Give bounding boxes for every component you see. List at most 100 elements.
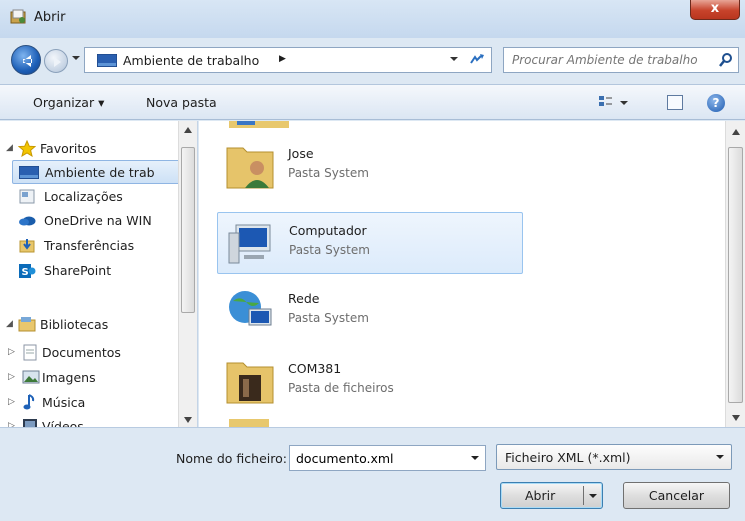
file-list: Jose Pasta System Computador Pasta Syste…: [199, 121, 745, 427]
refresh-icon[interactable]: [467, 51, 487, 69]
list-item[interactable]: COM381 Pasta de ficheiros: [217, 351, 523, 413]
network-icon: [229, 291, 272, 326]
file-name: Rede: [288, 291, 320, 306]
nav-item-downloads[interactable]: Transferências: [12, 234, 180, 258]
file-type: Pasta de ficheiros: [288, 381, 394, 395]
downloads-folder-icon: [19, 239, 35, 253]
svg-text:S: S: [22, 267, 29, 278]
change-view-icon[interactable]: [598, 94, 630, 112]
nav-item-music[interactable]: ▷ Música: [8, 391, 178, 415]
nav-item-label: SharePoint: [44, 263, 112, 278]
navigation-pane: ◢ Favoritos Ambiente de trab Localizaçõe…: [0, 121, 198, 427]
filename-dropdown-icon[interactable]: [470, 453, 480, 463]
recent-pages-dropdown-icon[interactable]: [71, 53, 81, 63]
list-item[interactable]: Computador Pasta System: [217, 212, 523, 274]
libraries-label: Bibliotecas: [40, 317, 109, 332]
title-bar: Abrir x: [0, 0, 745, 38]
nav-item-label: Transferências: [44, 238, 135, 253]
cancel-button[interactable]: Cancelar: [623, 482, 730, 509]
filename-input[interactable]: [289, 445, 486, 471]
window-title: Abrir: [34, 10, 66, 25]
address-dropdown-icon[interactable]: [449, 54, 459, 64]
address-bar[interactable]: Ambiente de trabalho ▶: [84, 47, 492, 73]
music-icon: [23, 394, 35, 410]
nav-item-label: Imagens: [42, 370, 96, 385]
chevron-down-icon: [716, 455, 724, 459]
nav-scrollbar[interactable]: [178, 121, 197, 427]
nav-scroll-thumb[interactable]: [181, 147, 195, 313]
open-button-label: Abrir: [525, 488, 556, 503]
nav-item-pictures[interactable]: ▷ Imagens: [8, 366, 178, 390]
scroll-down-icon[interactable]: [732, 415, 740, 421]
open-button[interactable]: Abrir: [500, 482, 603, 509]
sharepoint-icon: S: [19, 264, 36, 278]
collapse-arrow-icon[interactable]: ▷: [8, 347, 15, 357]
address-path[interactable]: Ambiente de trabalho: [123, 53, 259, 68]
partial-folder-icon: [229, 419, 269, 427]
nav-item-label: Vídeos: [42, 419, 84, 427]
dialog-footer: Nome do ficheiro: Ficheiro XML (*.xml) A…: [0, 427, 745, 521]
file-name: Computador: [289, 223, 367, 238]
pictures-icon: [22, 370, 40, 384]
file-type: Pasta System: [289, 243, 370, 257]
favorites-label: Favoritos: [40, 141, 97, 156]
forward-button[interactable]: [44, 49, 68, 73]
collapse-arrow-icon[interactable]: ▷: [8, 372, 15, 382]
help-icon[interactable]: ?: [707, 94, 725, 112]
folder-icon: [226, 362, 274, 404]
back-arrow-icon: [23, 55, 32, 67]
forward-arrow-icon: [54, 57, 61, 67]
nav-item-label: Localizações: [44, 189, 123, 204]
desktop-icon: [97, 54, 117, 67]
list-item[interactable]: Rede Pasta System: [217, 281, 523, 343]
expand-arrow-icon[interactable]: ◢: [6, 319, 13, 329]
file-list-scrollbar[interactable]: [725, 121, 745, 427]
nav-item-sharepoint[interactable]: S SharePoint: [12, 259, 180, 283]
split-divider: [583, 486, 584, 505]
address-separator-arrow[interactable]: ▶: [279, 54, 286, 64]
nav-item-recent-places[interactable]: Localizações: [12, 185, 180, 209]
desktop-icon: [19, 166, 39, 179]
search-box[interactable]: [503, 47, 739, 73]
computer-icon: [228, 224, 271, 264]
preview-pane-icon[interactable]: [667, 95, 683, 110]
open-file-dialog: Abrir x Ambiente de trabalho ▶ Procurar …: [0, 0, 745, 521]
partial-folder-icon: [229, 121, 289, 128]
command-bar: Organizar ▾ Nova pasta ?: [0, 84, 745, 120]
nav-item-onedrive[interactable]: OneDrive na WIN: [12, 209, 180, 233]
user-folder-icon: [226, 147, 274, 189]
nav-item-videos[interactable]: ▷ Vídeos: [8, 415, 178, 427]
open-options-dropdown-icon[interactable]: [588, 491, 598, 501]
nav-item-label: Documentos: [42, 345, 121, 360]
recent-places-icon: [19, 189, 35, 204]
back-button[interactable]: [11, 45, 41, 75]
search-input[interactable]: [510, 52, 710, 68]
file-type: Pasta System: [288, 311, 369, 325]
nav-item-label: Ambiente de trab: [45, 165, 155, 180]
file-scroll-thumb[interactable]: [728, 147, 743, 403]
file-name: COM381: [288, 361, 342, 376]
collapse-arrow-icon[interactable]: ▷: [8, 397, 15, 407]
scroll-up-icon[interactable]: [732, 129, 740, 135]
nav-item-label: Música: [42, 395, 86, 410]
filename-label: Nome do ficheiro:: [176, 451, 287, 466]
close-button[interactable]: x: [690, 0, 740, 20]
nav-item-label: OneDrive na WIN: [44, 213, 152, 228]
file-type-select[interactable]: Ficheiro XML (*.xml): [496, 444, 732, 470]
scroll-down-icon[interactable]: [184, 417, 192, 423]
expand-arrow-icon[interactable]: ◢: [6, 143, 13, 153]
organize-button[interactable]: Organizar ▾: [33, 95, 104, 110]
nav-item-desktop[interactable]: Ambiente de trab: [12, 160, 180, 184]
onedrive-icon: [19, 216, 36, 226]
libraries-icon: [18, 317, 36, 332]
nav-favorites[interactable]: ◢ Favoritos: [6, 137, 166, 161]
videos-icon: [23, 419, 37, 427]
new-folder-button[interactable]: Nova pasta: [146, 95, 217, 110]
file-type-value: Ficheiro XML (*.xml): [505, 450, 631, 465]
search-icon[interactable]: [718, 52, 734, 68]
list-item[interactable]: Jose Pasta System: [217, 136, 523, 198]
nav-item-documents[interactable]: ▷ Documentos: [8, 341, 178, 365]
nav-libraries[interactable]: ◢ Bibliotecas: [6, 313, 176, 337]
scroll-up-icon[interactable]: [184, 127, 192, 133]
app-icon: [10, 9, 26, 24]
